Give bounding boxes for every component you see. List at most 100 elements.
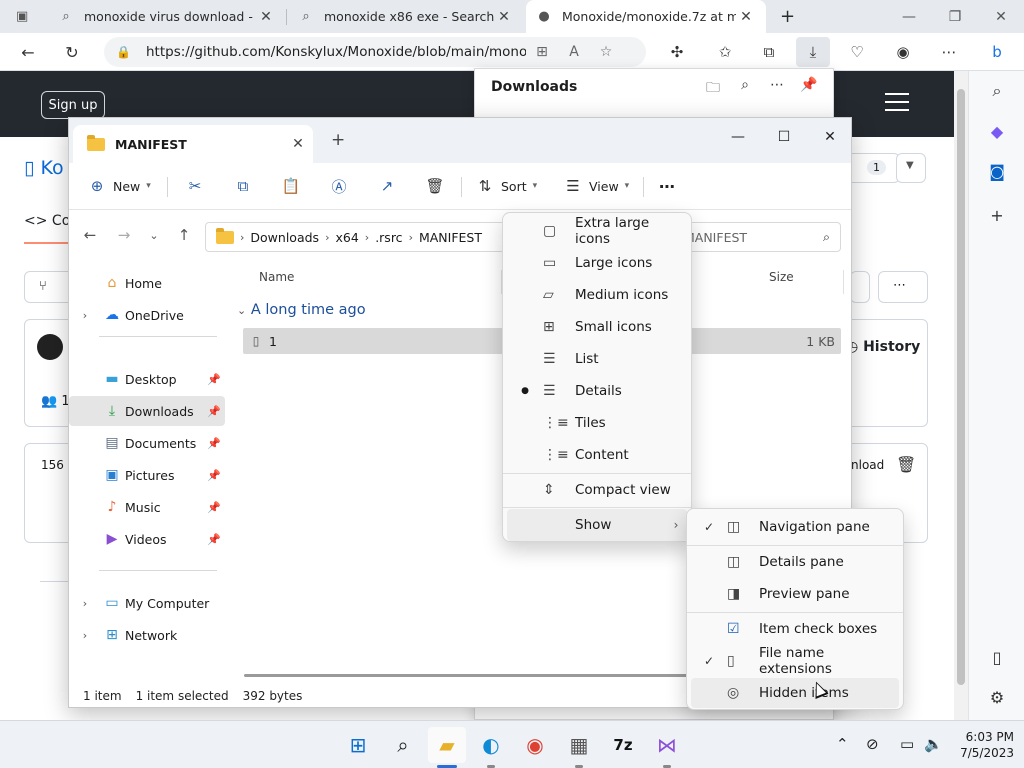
system-clock[interactable]: 6:03 PM 7/5/2023 <box>952 729 1014 761</box>
code-tab[interactable]: <> Co <box>24 213 70 229</box>
group-header[interactable]: ⌄ A long time ago <box>237 302 366 318</box>
tab-monoxide-virus-search[interactable]: ⌕ monoxide virus download - Sear ✕ <box>48 0 286 33</box>
volume-icon[interactable]: 🔈 <box>924 735 943 753</box>
tab-actions-button[interactable]: ▣ <box>6 0 46 33</box>
new-tab-icon[interactable]: + <box>331 130 345 150</box>
search-icon[interactable]: ⌕ <box>733 77 757 99</box>
back-button[interactable]: ← <box>12 37 44 67</box>
column-separator[interactable] <box>843 270 844 294</box>
column-header-size[interactable]: Size <box>769 270 794 284</box>
explorer-maximize-button[interactable]: ☐ <box>761 122 807 152</box>
chrome-icon[interactable]: ◉ <box>516 727 554 763</box>
tab-monoxide-x86-search[interactable]: ⌕ monoxide x86 exe - Search ✕ <box>288 0 524 33</box>
menu-item-show[interactable]: Show › <box>507 509 687 541</box>
edge-browser-icon[interactable]: ◐ <box>472 727 510 763</box>
page-scrollbar[interactable] <box>954 71 968 720</box>
chevron-right-icon[interactable]: › <box>69 629 101 642</box>
hamburger-menu-icon[interactable] <box>885 93 909 111</box>
extensions-icon[interactable]: ✣ <box>660 37 694 67</box>
paste-button[interactable]: 📋 <box>281 173 301 199</box>
menu-item-small-icons[interactable]: ⊞ Small icons <box>507 311 687 343</box>
page-action-button[interactable] <box>850 271 870 303</box>
menu-item-navigation-pane[interactable]: ✓ ◫ Navigation pane <box>691 512 899 542</box>
favorite-star-icon[interactable]: ☆ <box>590 44 622 60</box>
chevron-right-icon[interactable]: › <box>69 597 101 610</box>
menu-item-compact-view[interactable]: ⇕ Compact view <box>507 474 687 506</box>
add-sidebar-app-icon[interactable]: + <box>969 201 1024 229</box>
browser-minimize-button[interactable]: — <box>886 0 932 33</box>
share-button[interactable]: ↗ <box>377 173 397 199</box>
new-button[interactable]: ⊕ New ▾ <box>87 173 151 199</box>
nav-item-my-computer[interactable]: › ▭ My Computer <box>69 588 225 618</box>
nav-item-desktop[interactable]: ▬ Desktop 📌 <box>69 364 225 394</box>
refresh-button[interactable]: ↻ <box>56 37 88 67</box>
pin-icon[interactable]: 📌 <box>797 77 821 99</box>
delete-button[interactable]: 🗑 <box>425 173 445 199</box>
forward-arrow-icon[interactable]: → <box>111 224 137 246</box>
favorites-icon[interactable]: ✩ <box>708 37 742 67</box>
nav-item-home[interactable]: ⌂ Home <box>69 268 225 298</box>
view-button[interactable]: ☰ View ▾ <box>563 173 629 199</box>
breadcrumb-manifest[interactable]: MANIFEST <box>419 230 482 245</box>
menu-item-file-name-extensions[interactable]: ✓ ▯ File name extensions <box>691 645 899 677</box>
7zip-icon[interactable]: 7z <box>604 727 642 763</box>
menu-item-preview-pane[interactable]: ◨ Preview pane <box>691 579 899 609</box>
menu-item-hidden-items[interactable]: ◎ Hidden items <box>691 678 899 708</box>
menu-item-details[interactable]: ● ☰ Details <box>507 375 687 407</box>
star-dropdown-button[interactable]: ▼ <box>896 153 926 183</box>
explorer-minimize-button[interactable]: — <box>715 122 761 152</box>
copy-button[interactable]: ⧉ <box>233 173 253 199</box>
open-folder-icon[interactable]: 🗀 <box>701 77 725 99</box>
office-icon[interactable]: ◆ <box>969 117 1024 145</box>
start-windows-icon[interactable]: ⊞ <box>339 727 377 763</box>
nav-item-documents[interactable]: ▤ Documents 📌 <box>69 428 225 458</box>
back-arrow-icon[interactable]: ← <box>77 224 103 246</box>
search-icon[interactable]: ⌕ <box>969 77 1024 105</box>
repo-title[interactable]: ▯ Ko <box>24 157 64 179</box>
collections-icon[interactable]: ⧉ <box>752 37 786 67</box>
trash-icon[interactable]: 🗑 <box>896 455 916 474</box>
browser-restore-button[interactable]: ❐ <box>932 0 978 33</box>
menu-item-medium-icons[interactable]: ▱ Medium icons <box>507 279 687 311</box>
new-tab-button[interactable]: + <box>770 0 800 33</box>
history-link[interactable]: ◷ History <box>846 339 920 355</box>
profile-avatar-icon[interactable]: ◉ <box>886 37 920 67</box>
see-more-button[interactable]: ⋯ <box>659 173 675 199</box>
rename-button[interactable]: Ⓐ <box>329 173 349 199</box>
nav-item-onedrive[interactable]: › ☁ OneDrive <box>69 300 225 330</box>
more-options-icon[interactable]: ⋯ <box>765 77 789 99</box>
tab-close-icon[interactable]: ✕ <box>736 9 756 25</box>
chevron-right-icon[interactable]: › <box>69 309 101 322</box>
address-bar[interactable]: 🔒 https://github.com/Konskylux/Monoxide/… <box>104 37 646 67</box>
search-icon[interactable]: ⌕ <box>384 727 422 763</box>
downloads-icon[interactable]: ⤓ <box>796 37 830 67</box>
network-offline-icon[interactable]: ⊘ <box>866 735 879 753</box>
breadcrumb-rsrc[interactable]: .rsrc <box>375 230 402 245</box>
menu-item-large-icons[interactable]: ▭ Large icons <box>507 247 687 279</box>
nav-item-pictures[interactable]: ▣ Pictures 📌 <box>69 460 225 490</box>
nav-item-downloads[interactable]: ⤓ Downloads 📌 <box>69 396 225 426</box>
nav-item-network[interactable]: › ⊞ Network <box>69 620 225 650</box>
read-aloud-icon[interactable]: A <box>558 44 590 60</box>
cut-button[interactable]: ✂ <box>185 173 205 199</box>
more-actions-button[interactable]: ⋯ <box>878 271 928 303</box>
menu-item-extra-large-icons[interactable]: ▢ Extra large icons <box>507 215 687 247</box>
nav-item-music[interactable]: ♪ Music 📌 <box>69 492 225 522</box>
browser-close-button[interactable]: ✕ <box>978 0 1024 33</box>
search-input[interactable]: MANIFEST ⌕ <box>669 222 841 252</box>
up-arrow-icon[interactable]: ↑ <box>171 224 197 246</box>
chevron-up-icon[interactable]: ⌃ <box>836 735 849 753</box>
explorer-tab-manifest[interactable]: MANIFEST ✕ <box>73 125 313 163</box>
download-button-label[interactable]: nload <box>851 458 884 472</box>
file-explorer-taskbar-icon[interactable]: ▰ <box>428 727 466 763</box>
sort-button[interactable]: ⇅ Sort ▾ <box>475 173 537 199</box>
breadcrumb[interactable]: › Downloads › x64 › .rsrc › MANIFEST <box>205 222 505 252</box>
menu-item-content[interactable]: ⋮≡ Content <box>507 439 687 471</box>
url-text[interactable]: https://github.com/Konskylux/Monoxide/bl… <box>146 44 526 60</box>
breadcrumb-x64[interactable]: x64 <box>335 230 358 245</box>
close-tab-icon[interactable]: ✕ <box>283 136 313 152</box>
recent-locations-icon[interactable]: ⌄ <box>141 224 167 246</box>
app-installer-icon[interactable]: ▦ <box>560 727 598 763</box>
menu-item-details-pane[interactable]: ◫ Details pane <box>691 547 899 577</box>
menu-item-list[interactable]: ☰ List <box>507 343 687 375</box>
